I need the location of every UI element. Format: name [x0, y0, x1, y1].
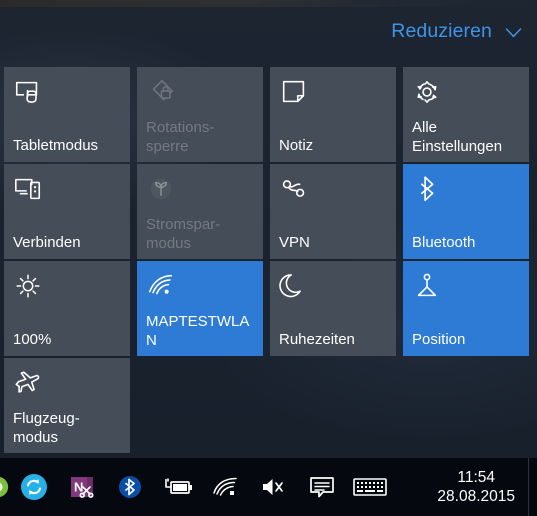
show-desktop-button[interactable] [528, 458, 537, 516]
taskbar-clock[interactable]: 11:54 28.08.2015 [437, 458, 515, 516]
clock-time: 11:54 [457, 468, 496, 486]
battery-saver-leaf-icon [146, 174, 176, 204]
tile-label: Rotations-sperre [146, 119, 215, 155]
tablet-mode-icon [13, 77, 43, 107]
svg-text:N: N [74, 480, 83, 495]
onenote-clipper-icon[interactable]: N [58, 458, 106, 516]
tile-all-settings[interactable]: Alle Einstellungen [403, 67, 529, 162]
tile-airplane-mode[interactable]: Flugzeug-modus [4, 358, 130, 453]
collapse-tiles-button[interactable]: Reduzieren [391, 18, 524, 46]
vpn-icon [279, 174, 309, 204]
note-icon [279, 77, 309, 107]
tile-location[interactable]: Position [403, 261, 529, 356]
tile-label: Flugzeug-modus [13, 410, 80, 446]
action-center-panel: Reduzieren Tabletmodus Rotations- sperre… [0, 0, 537, 458]
tile-bluetooth[interactable]: Bluetooth [403, 164, 529, 259]
battery-charging-icon[interactable] [154, 458, 202, 516]
tile-label: Tabletmodus [13, 137, 99, 154]
bluetooth-icon [412, 174, 442, 204]
tile-label: Alle Einstellungen [412, 119, 503, 155]
tile-placeholder [137, 358, 263, 453]
connect-icon [13, 174, 43, 204]
wifi-tray-icon[interactable] [202, 458, 250, 516]
tile-label: Verbinden [13, 234, 81, 251]
tile-vpn[interactable]: VPN [270, 164, 396, 259]
tile-wifi[interactable]: MAPTESTWLAN [137, 261, 263, 356]
rotation-lock-icon [146, 77, 176, 107]
wifi-icon [146, 271, 176, 301]
tile-label: MAPTESTWLAN [146, 313, 250, 349]
tile-label: Notiz [279, 137, 314, 154]
tile-label: 100% [13, 331, 52, 348]
sync-refresh-icon[interactable] [10, 458, 58, 516]
location-icon [412, 271, 442, 301]
touch-keyboard-icon[interactable] [346, 458, 394, 516]
collapse-label: Reduzieren [391, 20, 492, 43]
action-center-icon[interactable] [298, 458, 346, 516]
tile-connect[interactable]: Verbinden [4, 164, 130, 259]
taskbar: N 11:54 28.08.2015 [0, 458, 537, 516]
moon-icon [279, 271, 309, 301]
tile-label: Stromspar-modus [146, 216, 221, 252]
tile-brightness[interactable]: 100% [4, 261, 130, 356]
quick-action-tile-grid: Tabletmodus Rotations-sperre Notiz Alle … [4, 67, 534, 453]
tile-note[interactable]: Notiz [270, 67, 396, 162]
tile-label: VPN [279, 234, 310, 251]
speaker-muted-icon[interactable] [250, 458, 298, 516]
tile-label: Ruhezeiten [279, 331, 355, 348]
tile-label: Bluetooth [412, 234, 476, 251]
system-tray: N [0, 458, 394, 516]
clock-date: 28.08.2015 [437, 487, 515, 505]
gear-icon [412, 77, 442, 107]
brightness-sun-icon [13, 271, 43, 301]
tile-quiet-hours[interactable]: Ruhezeiten [270, 261, 396, 356]
tile-placeholder [403, 358, 529, 453]
tile-label: Position [412, 331, 466, 348]
airplane-icon [13, 368, 43, 398]
tile-tablet-mode[interactable]: Tabletmodus [4, 67, 130, 162]
chevron-down-icon [503, 22, 524, 43]
tile-battery-saver[interactable]: Stromspar-modus [137, 164, 263, 259]
bluetooth-tray-icon[interactable] [106, 458, 154, 516]
panel-top-sheen [0, 0, 537, 7]
tile-placeholder [270, 358, 396, 453]
tile-rotation-lock[interactable]: Rotations-sperre [137, 67, 263, 162]
green-status-icon[interactable] [0, 458, 10, 516]
